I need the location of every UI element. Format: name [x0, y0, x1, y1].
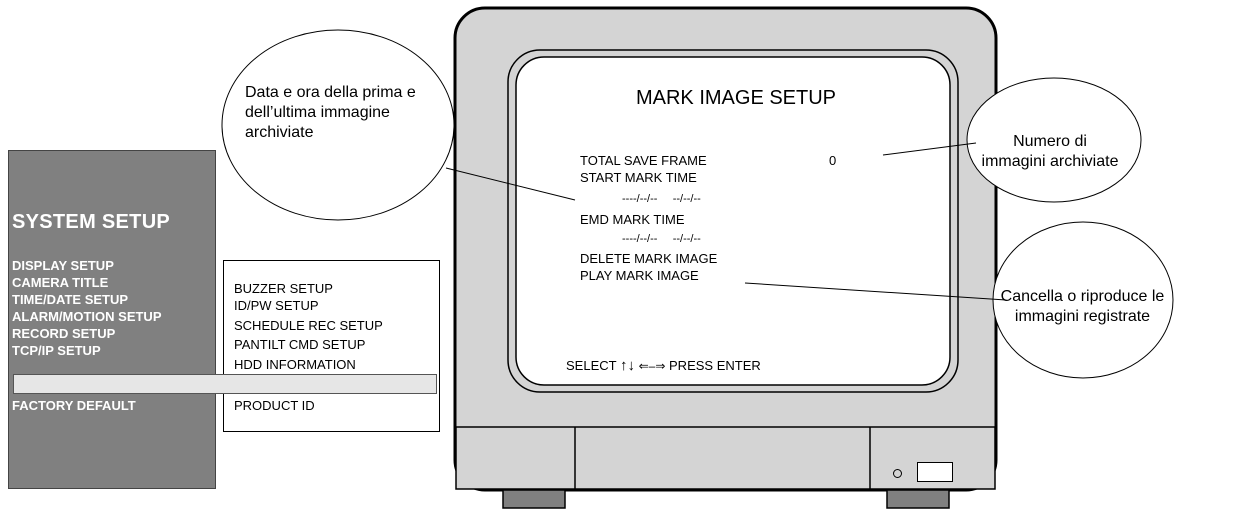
start-mark-time-value: ----/--/-- --/--/--: [622, 193, 701, 205]
total-save-frame-value: 0: [829, 153, 837, 168]
submenu-item-pantilt-cmd-setup[interactable]: PANTILT CMD SETUP: [234, 337, 365, 352]
monitor-foot-right: [886, 489, 950, 509]
menu-item-camera-title[interactable]: CAMERA TITLE: [12, 274, 108, 291]
select-label: SELECT: [566, 358, 617, 373]
select-hint: SELECT ↑↓ ⇐–⇒ PRESS ENTER: [566, 357, 761, 374]
end-mark-time-label: EMD MARK TIME: [580, 212, 685, 227]
screen-title: MARK IMAGE SETUP: [635, 87, 837, 109]
system-setup-title: SYSTEM SETUP: [12, 211, 171, 233]
menu-item-tcp-ip-setup[interactable]: TCP/IP SETUP: [12, 342, 101, 359]
submenu-item-schedule-rec-setup[interactable]: SCHEDULE REC SETUP: [234, 318, 383, 333]
menu-item-time-date-setup[interactable]: TIME/DATE SETUP: [12, 291, 128, 308]
total-save-frame-label: TOTAL SAVE FRAME: [580, 153, 707, 168]
end-mark-time-value: ----/--/-- --/--/--: [622, 233, 701, 245]
press-enter-label: PRESS ENTER: [669, 358, 761, 373]
menu-item-record-setup[interactable]: RECORD SETUP: [12, 325, 115, 342]
monitor-foot-left: [502, 489, 566, 509]
submenu-item-hdd-information[interactable]: HDD INFORMATION: [234, 357, 356, 372]
start-mark-time-label: START MARK TIME: [580, 170, 697, 185]
play-mark-image-option[interactable]: PLAY MARK IMAGE: [580, 268, 699, 283]
callout-text-actions: Cancella o riproduce le immagini registr…: [1000, 288, 1165, 325]
menu-item-display-setup[interactable]: DISPLAY SETUP: [12, 257, 114, 274]
down-arrow-icon: ↓: [627, 357, 635, 374]
menu-item-alarm-motion-setup[interactable]: ALARM/MOTION SETUP: [12, 308, 162, 325]
power-button[interactable]: [917, 462, 953, 482]
callout-text-dates: Data e ora della prima e dell’ultima imm…: [245, 84, 416, 141]
delete-mark-image-option[interactable]: DELETE MARK IMAGE: [580, 251, 717, 266]
submenu-item-product-id[interactable]: PRODUCT ID: [234, 398, 315, 413]
callout-text-count: Numero di immagini archiviate: [981, 133, 1119, 170]
power-led-icon: [893, 469, 902, 478]
selection-highlight-bar: [13, 374, 437, 394]
submenu-item-id-pw-setup[interactable]: ID/PW SETUP: [234, 298, 319, 313]
submenu-item-buzzer-setup[interactable]: BUZZER SETUP: [234, 281, 333, 296]
left-right-arrow-icon: ⇐–⇒: [638, 359, 666, 373]
monitor-base-panel: [455, 426, 996, 490]
menu-item-factory-default[interactable]: FACTORY DEFAULT: [12, 397, 136, 414]
